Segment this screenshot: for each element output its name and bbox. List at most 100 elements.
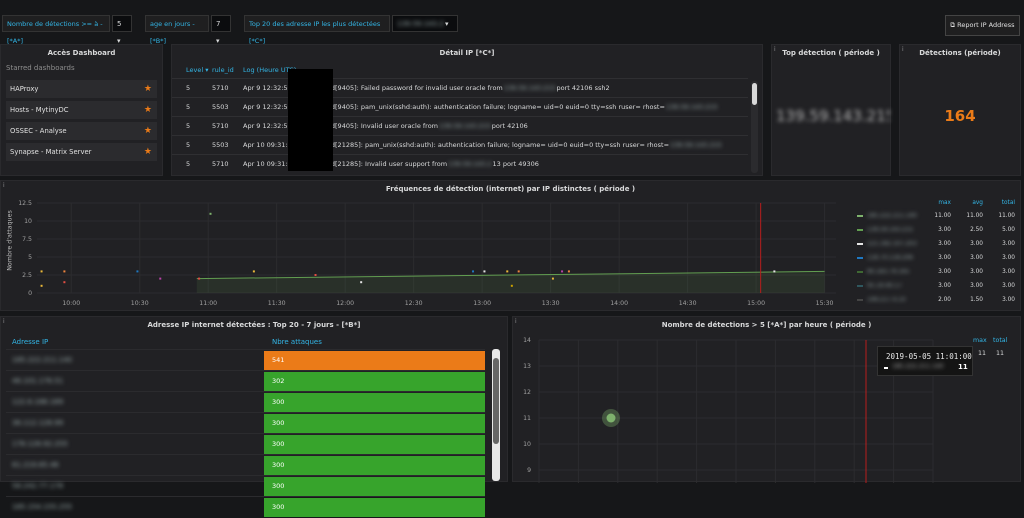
report-ip-button[interactable]: ⧉ Report IP Address [945, 15, 1020, 36]
dashboard-link-label: Synapse - Matrix Server [10, 148, 92, 156]
table-row[interactable]: 178.128.92.255 300 [6, 433, 485, 455]
column-header-rule[interactable]: rule_id [212, 66, 234, 74]
starred-dashboards-heading: Starred dashboards [6, 64, 75, 72]
table-row[interactable]: 5 5503 Apr 10 09:31:53 sshd[21285]: pam_uni… [172, 135, 748, 155]
cell-ip-address: 61.219.65.46 [12, 461, 59, 469]
data-point[interactable] [159, 277, 162, 280]
cell-level: 5 [186, 122, 191, 130]
var-select-b[interactable]: 7 ▾ [211, 15, 231, 45]
legend-item[interactable]: 139.59.143.215 3.00 2.50 5.00 [851, 224, 1019, 236]
table-row[interactable]: 185.222.211.140 541 [6, 349, 485, 371]
table-row[interactable]: 185.154.155.255 300 [6, 496, 485, 518]
table-row[interactable]: 122.6.188.189 300 [6, 391, 485, 413]
data-point[interactable] [510, 284, 513, 287]
y-tick-label: 10 [24, 218, 32, 225]
data-point[interactable] [472, 270, 475, 273]
legend-max-value: 11 [978, 350, 987, 357]
table-row[interactable]: 5 5710 Apr 10 09:31:53 sshd[21285]: Invalid… [172, 154, 748, 174]
legend-header-max[interactable]: max [973, 337, 987, 344]
legend-header-total[interactable]: total [993, 337, 1007, 344]
data-point[interactable] [606, 413, 616, 423]
data-point[interactable] [773, 270, 776, 273]
data-point[interactable] [314, 274, 317, 276]
data-point[interactable] [517, 270, 520, 273]
table-row[interactable]: 5 5503 Apr 9 12:32:55 sshd[9405]: pam_unix(… [172, 97, 748, 117]
star-icon: ★ [143, 84, 152, 94]
var-select-a-value: 5 [117, 20, 122, 28]
table-row[interactable]: 5 5710 Apr 9 12:32:55 sshd[9405]: Invalid u… [172, 116, 748, 136]
frequency-chart[interactable]: 0 2.5 5 7.5 10 12.5 10:00 10:30 11:00 11:30 12:00 1… [1, 181, 841, 312]
table-row[interactable]: 58.242.77.178 300 [6, 475, 485, 497]
detections-panel: i Détections (période) 164 [899, 44, 1021, 176]
x-tick-label: 14:30 [679, 300, 697, 307]
dashboard-link-ossec[interactable]: OSSEC - Analyse ★ [6, 122, 157, 140]
data-point[interactable] [567, 270, 570, 273]
table-row[interactable]: 61.219.65.46 300 [6, 454, 485, 476]
table-row[interactable]: 46.101.176.51 302 [6, 370, 485, 392]
var-select-c-value: 139.59.143.215 [397, 20, 445, 28]
data-point[interactable] [360, 281, 363, 284]
y-tick-label: 13 [523, 363, 531, 370]
data-point[interactable] [209, 212, 212, 215]
scrollbar-thumb[interactable] [752, 83, 757, 105]
y-tick-label: 14 [523, 337, 531, 344]
cell-level: 5 [186, 84, 191, 92]
data-point[interactable] [252, 270, 255, 273]
message-ip: 139.59.143.2 [448, 160, 492, 168]
chart-tooltip: 2019-05-05 11:01:00 185.222.211.140 11 [877, 346, 973, 376]
data-point[interactable] [506, 270, 509, 273]
legend-item[interactable]: 80.183.79.165 3.00 3.00 3.00 [851, 266, 1019, 278]
legend-total: 3.00 [1002, 241, 1015, 247]
column-header-level[interactable]: Level ▾ [186, 66, 209, 74]
hourly-chart[interactable]: 14 13 12 11 10 9 [513, 317, 1022, 483]
dashboard-link-hosts[interactable]: Hosts - MytinyDC ★ [6, 101, 157, 119]
scrollbar-thumb[interactable] [493, 358, 499, 444]
data-point[interactable] [561, 270, 564, 273]
cell-level: 5 [186, 141, 191, 149]
scrollbar-track[interactable] [492, 349, 500, 481]
message-text: sshd[21285]: Invalid user support from [320, 160, 448, 168]
legend-total: 5.00 [1002, 227, 1015, 233]
legend-item[interactable]: 95.19.40.17 3.00 3.00 3.00 [851, 280, 1019, 292]
var-select-c[interactable]: 139.59.143.215▾ [392, 15, 458, 32]
cell-attack-count: 300 [264, 414, 485, 433]
data-point[interactable] [551, 277, 554, 280]
legend-item[interactable]: 185.222.211.140 11.00 11.00 11.00 [851, 210, 1019, 222]
data-point[interactable] [63, 270, 66, 273]
tooltip-series: 185.222.211.140 [892, 363, 944, 370]
cell-message: sshd[9405]: Failed password for invalid … [320, 79, 748, 98]
legend-item[interactable]: 121.182.107.203 3.00 3.00 3.00 [851, 238, 1019, 250]
column-header-ip[interactable]: Adresse IP [12, 338, 48, 346]
legend-header-avg[interactable]: avg [959, 197, 983, 209]
table-row[interactable]: 36.112.128.99 300 [6, 412, 485, 434]
cell-rule-id: 5503 [212, 103, 229, 111]
legend-total-value: 11 [996, 350, 1005, 357]
data-point[interactable] [136, 270, 139, 273]
y-tick-label: 12 [523, 389, 531, 396]
legend-total: 3.00 [1002, 255, 1015, 261]
cell-message: sshd[21285]: pam_unix(sshd:auth): authen… [320, 136, 748, 155]
legend-header-max[interactable]: max [927, 197, 951, 209]
var-select-a[interactable]: 5 ▾ [112, 15, 132, 45]
frequency-legend: max avg total 185.222.211.140 11.00 11.00 1… [851, 197, 1019, 312]
message-text: sshd[9405]: Failed password for invalid … [320, 84, 503, 92]
data-point[interactable] [483, 270, 486, 273]
legend-item[interactable]: 149.217.4.10 2.00 1.50 3.00 [851, 294, 1019, 306]
data-point[interactable] [40, 270, 43, 273]
panel-title: Accès Dashboard [47, 49, 116, 57]
data-point[interactable] [198, 277, 201, 280]
legend-header-total[interactable]: total [991, 197, 1015, 209]
legend-max: 3.00 [938, 227, 951, 233]
cell-time: Apr 9 12:32:57 [243, 84, 292, 92]
dashboard-link-haproxy[interactable]: HAProxy ★ [6, 80, 157, 98]
column-header-count[interactable]: Nbre attaques [272, 338, 322, 346]
data-point[interactable] [63, 281, 66, 284]
table-row[interactable]: 5 5710 Apr 9 12:32:57 sshd[9405]: Failed pa… [172, 78, 748, 98]
data-point[interactable] [40, 284, 43, 287]
message-ip: 139.59.143.215 [439, 122, 491, 130]
hourly-panel: i Nombre de détections > 5 [*A*] par heu… [512, 316, 1022, 483]
legend-item[interactable]: 118.70.118.206 3.00 3.00 3.00 [851, 252, 1019, 264]
scrollbar-track[interactable] [751, 81, 758, 173]
cell-ip-address: 185.154.155.255 [12, 503, 73, 511]
dashboard-link-synapse[interactable]: Synapse - Matrix Server ★ [6, 143, 157, 161]
